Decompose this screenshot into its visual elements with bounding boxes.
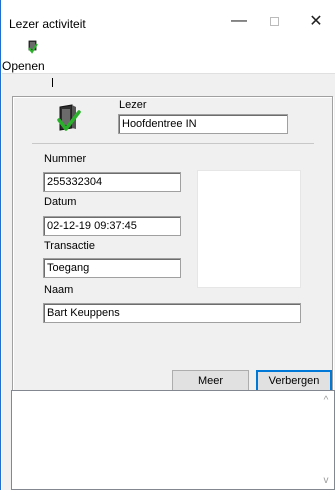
verbergen-button[interactable]: Verbergen (256, 370, 332, 392)
datum-field[interactable]: 02-12-19 09:37:45 (43, 216, 181, 236)
title-bar: Lezer activiteit — ✕ (1, 0, 335, 34)
close-icon: ✕ (309, 13, 323, 30)
window-title: Lezer activiteit (9, 17, 86, 31)
naam-label: Naam (44, 284, 74, 296)
tab-indicator (52, 78, 53, 87)
maximize-icon (269, 16, 279, 26)
nummer-label: Nummer (44, 153, 87, 165)
open-button[interactable]: Openen (2, 37, 62, 73)
maximize-button[interactable] (254, 10, 294, 32)
window: Lezer activiteit — ✕ Openen Lezer Hoofde… (0, 0, 335, 490)
reader-small-icon (28, 40, 38, 54)
minimize-button[interactable]: — (219, 10, 259, 32)
reader-field[interactable]: Hoofdentree IN (118, 114, 288, 134)
nummer-field[interactable]: 255332304 (43, 172, 181, 192)
naam-field[interactable]: Bart Keuppens (43, 303, 301, 323)
transactie-field[interactable]: Toegang (43, 258, 181, 278)
close-button[interactable]: ✕ (296, 10, 335, 32)
toolbar: Openen (2, 34, 335, 74)
datum-label: Datum (44, 196, 77, 208)
reader-label: Lezer (119, 99, 147, 111)
minimize-icon: — (231, 12, 247, 29)
photo-box (197, 170, 301, 288)
scroll-up-arrow-icon[interactable]: ^ (320, 395, 332, 407)
separator (32, 143, 314, 144)
reader-icon (57, 104, 81, 131)
log-listbox[interactable]: ^ v (11, 390, 335, 490)
scroll-down-arrow-icon[interactable]: v (320, 475, 332, 487)
transactie-label: Transactie (44, 240, 95, 252)
meer-button[interactable]: Meer (172, 370, 249, 392)
open-button-label: Openen (2, 59, 45, 73)
client-area: Openen Lezer Hoofdentree IN Nummer 25533… (2, 34, 335, 490)
